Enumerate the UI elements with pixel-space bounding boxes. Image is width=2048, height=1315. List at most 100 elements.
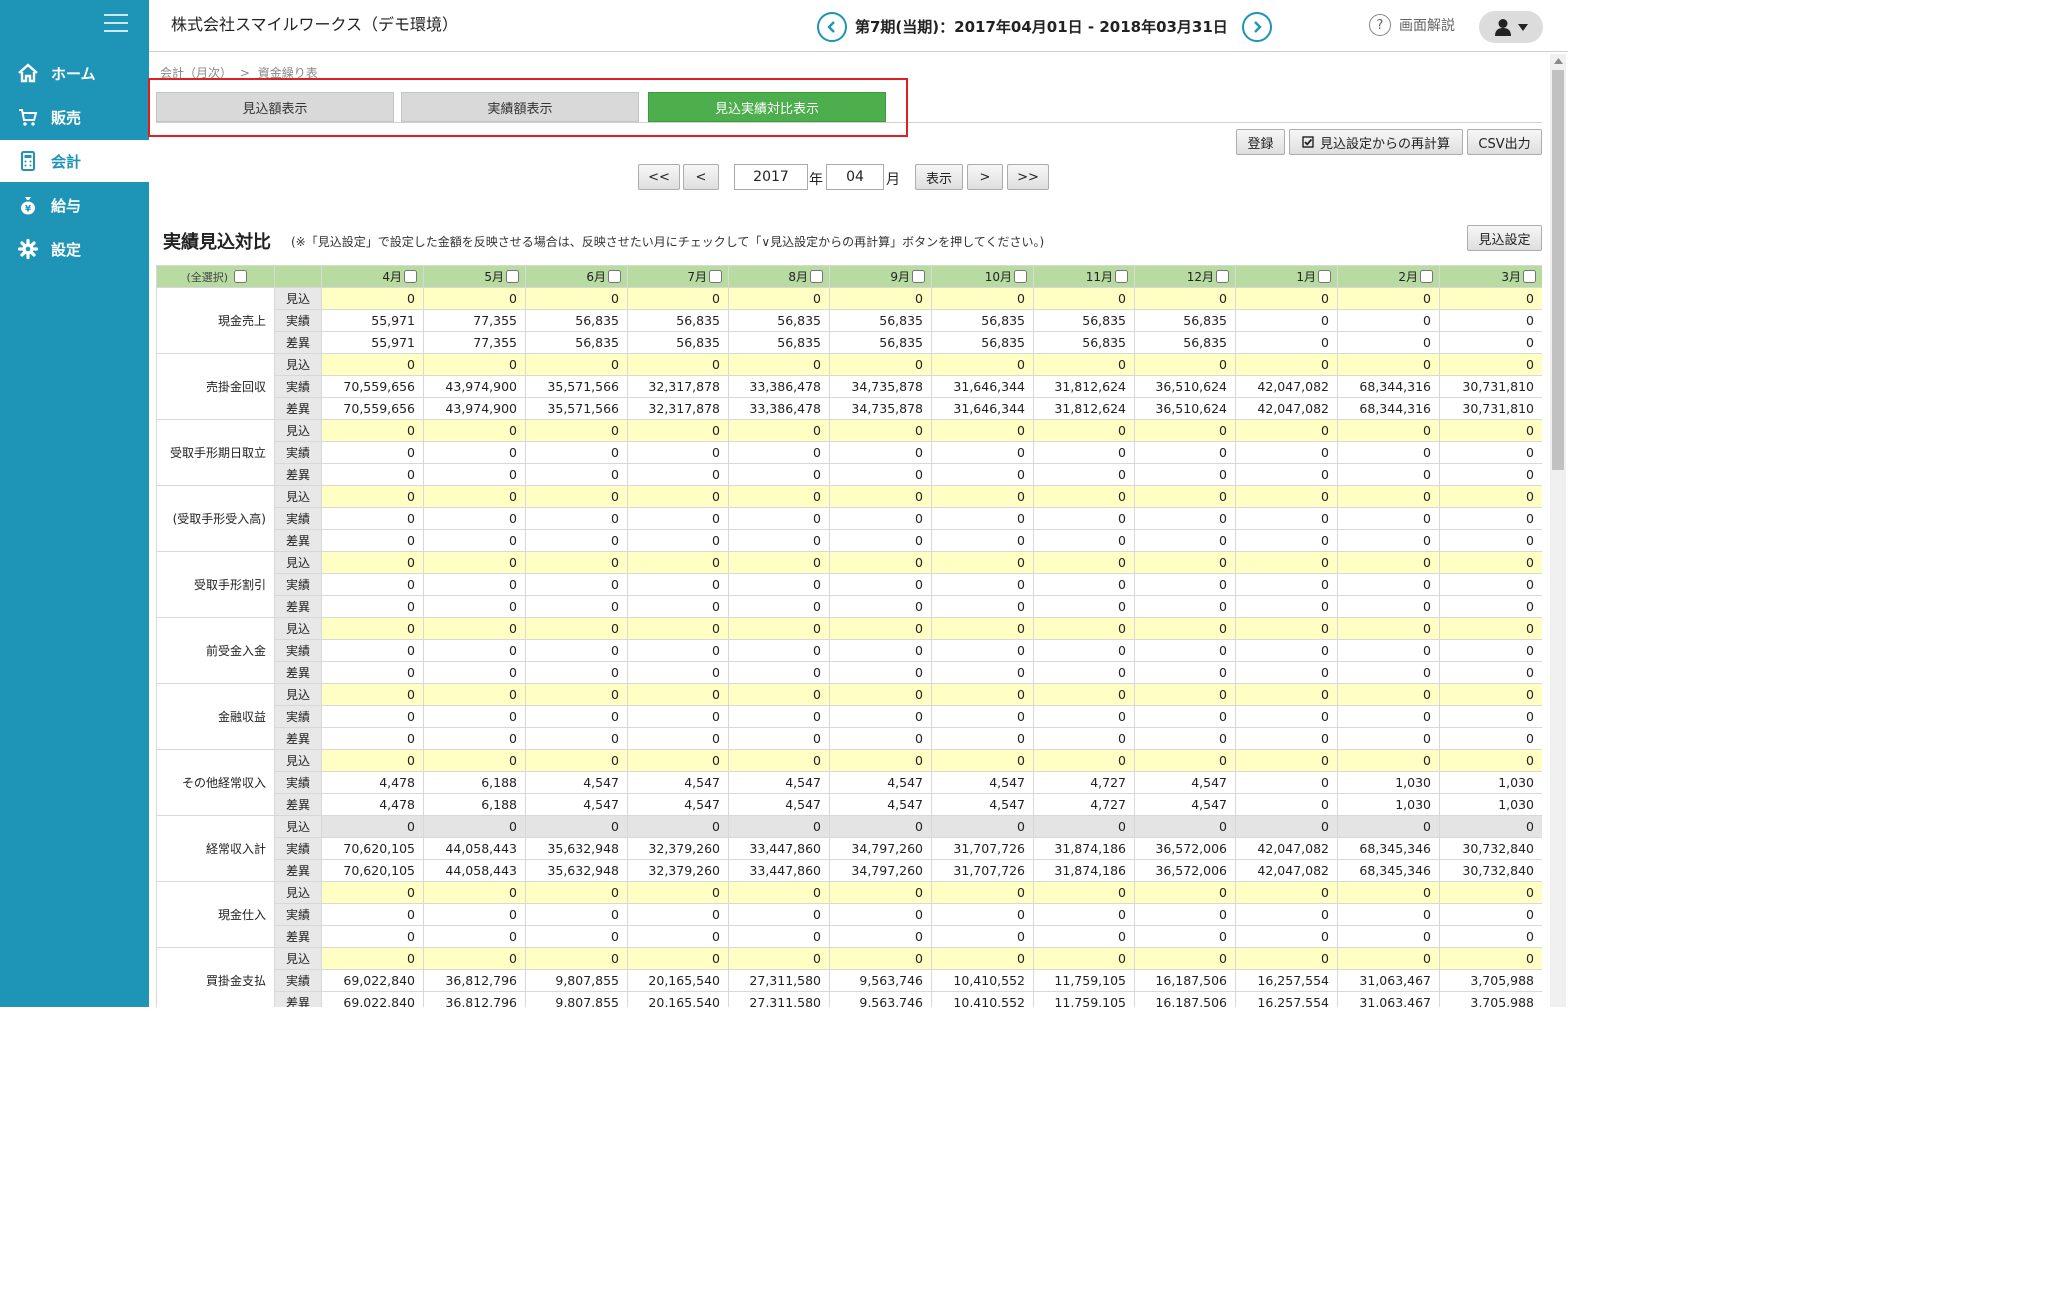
sidebar-item-sales[interactable]: 販売: [0, 96, 149, 138]
value-cell[interactable]: 0: [1134, 683, 1236, 706]
sidebar-item-home[interactable]: ホーム: [0, 52, 149, 94]
value-cell[interactable]: 0: [627, 551, 729, 574]
value-cell[interactable]: 0: [525, 419, 628, 442]
value-cell[interactable]: 0: [321, 551, 424, 574]
value-cell[interactable]: 0: [1033, 683, 1135, 706]
value-cell[interactable]: 0: [1337, 485, 1440, 508]
value-cell[interactable]: 0: [423, 617, 526, 640]
value-cell[interactable]: 0: [1033, 419, 1135, 442]
value-cell[interactable]: 0: [1337, 617, 1440, 640]
value-cell[interactable]: 0: [627, 749, 729, 772]
value-cell[interactable]: 0: [1439, 287, 1542, 310]
recalculate-button[interactable]: 見込設定からの再計算: [1289, 129, 1463, 155]
value-cell[interactable]: 0: [931, 419, 1034, 442]
value-cell[interactable]: 0: [627, 947, 729, 970]
value-cell[interactable]: 0: [931, 815, 1034, 838]
value-cell[interactable]: 0: [1235, 353, 1338, 376]
value-cell[interactable]: 0: [728, 881, 830, 904]
value-cell[interactable]: 0: [1033, 749, 1135, 772]
value-cell[interactable]: 0: [1235, 749, 1338, 772]
value-cell[interactable]: 0: [321, 881, 424, 904]
value-cell[interactable]: 0: [1337, 287, 1440, 310]
value-cell[interactable]: 0: [627, 287, 729, 310]
month-select-checkbox[interactable]: [404, 270, 417, 283]
value-cell[interactable]: 0: [1134, 485, 1236, 508]
value-cell[interactable]: 0: [1235, 485, 1338, 508]
value-cell[interactable]: 0: [728, 815, 830, 838]
value-cell[interactable]: 0: [1134, 815, 1236, 838]
value-cell[interactable]: 0: [525, 947, 628, 970]
value-cell[interactable]: 0: [829, 551, 932, 574]
value-cell[interactable]: 0: [728, 617, 830, 640]
value-cell[interactable]: 0: [931, 947, 1034, 970]
month-select-checkbox[interactable]: [912, 270, 925, 283]
value-cell[interactable]: 0: [423, 551, 526, 574]
value-cell[interactable]: 0: [1235, 419, 1338, 442]
value-cell[interactable]: 0: [1033, 947, 1135, 970]
value-cell[interactable]: 0: [1235, 551, 1338, 574]
value-cell[interactable]: 0: [829, 947, 932, 970]
csv-export-button[interactable]: CSV出力: [1467, 129, 1542, 155]
value-cell[interactable]: 0: [1439, 485, 1542, 508]
value-cell[interactable]: 0: [423, 287, 526, 310]
value-cell[interactable]: 0: [627, 617, 729, 640]
value-cell[interactable]: 0: [525, 551, 628, 574]
value-cell[interactable]: 0: [321, 947, 424, 970]
month-select-checkbox[interactable]: [1318, 270, 1331, 283]
value-cell[interactable]: 0: [1439, 749, 1542, 772]
value-cell[interactable]: 0: [1235, 881, 1338, 904]
hamburger-menu-icon[interactable]: [104, 14, 128, 34]
help-link[interactable]: ? 画面解説: [1369, 14, 1455, 36]
month-select-checkbox[interactable]: [1014, 270, 1027, 283]
value-cell[interactable]: 0: [1033, 551, 1135, 574]
value-cell[interactable]: 0: [1337, 815, 1440, 838]
value-cell[interactable]: 0: [931, 287, 1034, 310]
value-cell[interactable]: 0: [423, 749, 526, 772]
value-cell[interactable]: 0: [829, 683, 932, 706]
value-cell[interactable]: 0: [829, 419, 932, 442]
scroll-thumb[interactable]: [1552, 70, 1564, 470]
value-cell[interactable]: 0: [321, 749, 424, 772]
prev-month-button[interactable]: <: [683, 164, 719, 190]
value-cell[interactable]: 0: [1134, 419, 1236, 442]
value-cell[interactable]: 0: [1134, 881, 1236, 904]
next-month-button[interactable]: >: [967, 164, 1003, 190]
value-cell[interactable]: 0: [931, 551, 1034, 574]
month-select-checkbox[interactable]: [1216, 270, 1229, 283]
value-cell[interactable]: 0: [321, 287, 424, 310]
value-cell[interactable]: 0: [1337, 683, 1440, 706]
value-cell[interactable]: 0: [1337, 947, 1440, 970]
next-period-button[interactable]: [1242, 12, 1272, 42]
month-select-checkbox[interactable]: [810, 270, 823, 283]
value-cell[interactable]: 0: [829, 815, 932, 838]
value-cell[interactable]: 0: [423, 419, 526, 442]
value-cell[interactable]: 0: [728, 419, 830, 442]
value-cell[interactable]: 0: [423, 683, 526, 706]
year-input[interactable]: [734, 164, 808, 190]
value-cell[interactable]: 0: [829, 353, 932, 376]
value-cell[interactable]: 0: [627, 419, 729, 442]
value-cell[interactable]: 0: [321, 485, 424, 508]
value-cell[interactable]: 0: [829, 749, 932, 772]
value-cell[interactable]: 0: [321, 617, 424, 640]
sidebar-item-accounting[interactable]: 会計: [0, 140, 149, 182]
value-cell[interactable]: 0: [1337, 749, 1440, 772]
select-all-checkbox[interactable]: [233, 269, 247, 283]
value-cell[interactable]: 0: [321, 419, 424, 442]
value-cell[interactable]: 0: [1337, 881, 1440, 904]
value-cell[interactable]: 0: [423, 353, 526, 376]
value-cell[interactable]: 0: [728, 551, 830, 574]
value-cell[interactable]: 0: [525, 287, 628, 310]
value-cell[interactable]: 0: [627, 353, 729, 376]
month-select-checkbox[interactable]: [709, 270, 722, 283]
value-cell[interactable]: 0: [1439, 551, 1542, 574]
show-button[interactable]: 表示: [915, 164, 963, 190]
value-cell[interactable]: 0: [525, 485, 628, 508]
value-cell[interactable]: 0: [627, 881, 729, 904]
value-cell[interactable]: 0: [423, 815, 526, 838]
value-cell[interactable]: 0: [1337, 353, 1440, 376]
value-cell[interactable]: 0: [1033, 881, 1135, 904]
value-cell[interactable]: 0: [1235, 287, 1338, 310]
value-cell[interactable]: 0: [1134, 287, 1236, 310]
value-cell[interactable]: 0: [1235, 815, 1338, 838]
